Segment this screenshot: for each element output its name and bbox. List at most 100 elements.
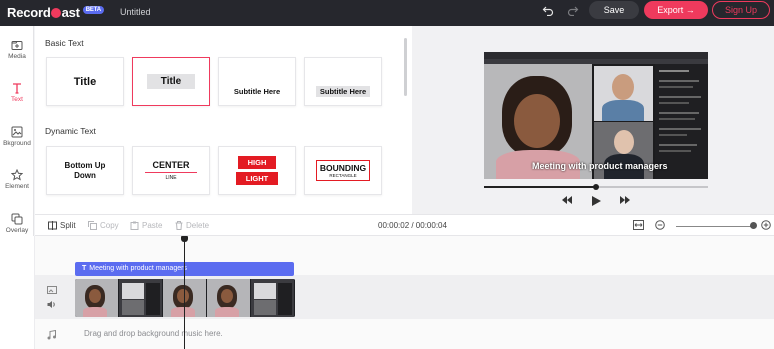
zoom-out-icon[interactable]	[655, 220, 665, 230]
card-label: Subtitle Here	[233, 87, 281, 96]
video-caption: Meeting with product managers	[532, 161, 668, 171]
sidebar-item-label: Overlay	[5, 227, 29, 234]
playhead-line[interactable]	[184, 240, 185, 349]
logo-text-prefix: Record	[7, 5, 51, 20]
text-card-title-box[interactable]: Title	[132, 57, 210, 106]
sidebar-item-media[interactable]: Media	[0, 39, 34, 60]
text-card-subtitle-plain[interactable]: Subtitle Here	[218, 57, 296, 106]
sidebar-item-element[interactable]: Element	[0, 169, 34, 190]
video-thumbnail	[75, 279, 119, 317]
text-card-bottom-up[interactable]: Bottom Up Down	[46, 146, 124, 195]
split-icon	[48, 221, 57, 230]
project-title[interactable]: Untitled	[120, 7, 151, 17]
video-thumbnail	[251, 279, 295, 317]
text-icon: T	[82, 265, 87, 272]
undo-icon[interactable]	[540, 4, 556, 20]
media-icon	[11, 41, 23, 50]
video-thumbnail	[163, 279, 207, 317]
beta-badge: BETA	[82, 5, 104, 14]
sidebar-item-overlay[interactable]: Overlay	[0, 213, 34, 234]
top-bar: Record ast BETA Untitled Save Export → Si…	[0, 0, 774, 26]
center-divider	[145, 172, 197, 173]
basic-text-heading: Basic Text	[45, 38, 84, 48]
speaker-tile-2	[594, 66, 653, 121]
background-icon	[11, 126, 23, 138]
image-track-icon	[47, 286, 57, 296]
signup-button[interactable]: Sign Up	[712, 1, 770, 19]
copy-icon	[88, 221, 97, 230]
sidebar-item-background[interactable]: Bkground	[0, 126, 34, 147]
card-sublabel: LINE	[165, 175, 177, 181]
zoom-slider-knob[interactable]	[750, 222, 757, 229]
text-card-highlight[interactable]: HIGH LIGHT	[218, 146, 296, 195]
app-logo[interactable]: Record ast BETA	[7, 5, 104, 20]
bounding-rectangle: BOUNDING RECTANGLE	[315, 160, 371, 181]
video-thumbnail	[119, 279, 163, 317]
paste-label: Paste	[142, 221, 163, 230]
card-label: Bottom Up Down	[64, 160, 106, 180]
preview-area: Meeting with product managers	[412, 26, 774, 214]
card-label: Title	[146, 74, 196, 89]
export-button[interactable]: Export →	[644, 1, 708, 19]
export-label: Export	[657, 5, 684, 15]
progress-fill	[484, 186, 596, 188]
save-button[interactable]: Save	[589, 1, 639, 19]
sidebar-item-label: Media	[8, 53, 26, 60]
logo-text-suffix: ast	[61, 5, 80, 20]
preview-progress-bar[interactable]	[484, 184, 708, 190]
sidebar-item-label: Text	[11, 96, 23, 103]
card-label: Title	[73, 75, 97, 88]
logo-dot-icon	[51, 7, 62, 18]
text-panel: Basic Text Title Title Subtitle Here Sub…	[35, 26, 412, 214]
split-button[interactable]: Split	[48, 221, 76, 230]
music-note-icon	[47, 329, 56, 342]
card-label: BOUNDING	[319, 163, 367, 173]
zoom-in-icon[interactable]	[761, 220, 771, 230]
sidebar-item-label: Element	[5, 183, 29, 190]
copy-label: Copy	[100, 221, 119, 230]
overlay-icon	[11, 213, 23, 225]
dynamic-text-heading: Dynamic Text	[45, 126, 96, 136]
music-dropzone[interactable]: Drag and drop background music here.	[84, 329, 223, 338]
video-preview[interactable]: Meeting with product managers	[484, 52, 708, 179]
video-window-bar	[484, 52, 708, 59]
copy-button[interactable]: Copy	[88, 221, 119, 230]
timecode-display: 00:00:02 / 00:00:04	[378, 221, 447, 230]
star-icon	[11, 169, 23, 181]
timeline-toolbar: Split Copy Paste Delete 00:00:02 / 00:00…	[35, 214, 774, 236]
video-clip[interactable]	[75, 279, 295, 317]
text-card-subtitle-box[interactable]: Subtitle Here	[304, 57, 382, 106]
sidebar-item-text[interactable]: Text	[0, 82, 34, 103]
video-thumbnail	[207, 279, 251, 317]
card-label: LIGHT	[235, 172, 279, 185]
arrow-right-icon: →	[685, 5, 695, 15]
left-sidebar: Media Text Bkground Element Overlay	[0, 26, 34, 238]
progress-knob[interactable]	[593, 184, 599, 190]
timeline-gutter	[0, 236, 35, 349]
delete-button[interactable]: Delete	[175, 221, 209, 230]
split-label: Split	[60, 221, 76, 230]
volume-icon[interactable]	[47, 300, 57, 311]
card-label: Subtitle Here	[315, 86, 371, 97]
text-card-bounding[interactable]: BOUNDING RECTANGLE	[304, 146, 382, 195]
text-card-title-plain[interactable]: Title	[46, 57, 124, 106]
text-card-center-line[interactable]: CENTER LINE	[132, 146, 210, 195]
trash-icon	[175, 221, 183, 230]
rewind-icon[interactable]	[562, 196, 572, 206]
fit-timeline-icon[interactable]	[633, 220, 644, 230]
app-root: Record ast BETA Untitled Save Export → Si…	[0, 0, 774, 349]
card-sublabel: RECTANGLE	[329, 173, 357, 178]
play-icon[interactable]	[592, 196, 601, 208]
zoom-slider-track[interactable]	[676, 226, 752, 227]
text-clip-label: Meeting with product managers	[89, 265, 187, 272]
card-label: HIGH	[237, 156, 277, 169]
card-label: CENTER	[152, 160, 190, 170]
redo-icon[interactable]	[565, 4, 581, 20]
paste-icon	[130, 221, 139, 230]
text-icon	[13, 83, 21, 94]
sidebar-item-label: Bkground	[3, 140, 31, 147]
panel-scrollbar[interactable]	[404, 38, 407, 96]
delete-label: Delete	[186, 221, 210, 230]
paste-button[interactable]: Paste	[130, 221, 162, 230]
fast-forward-icon[interactable]	[620, 196, 630, 206]
